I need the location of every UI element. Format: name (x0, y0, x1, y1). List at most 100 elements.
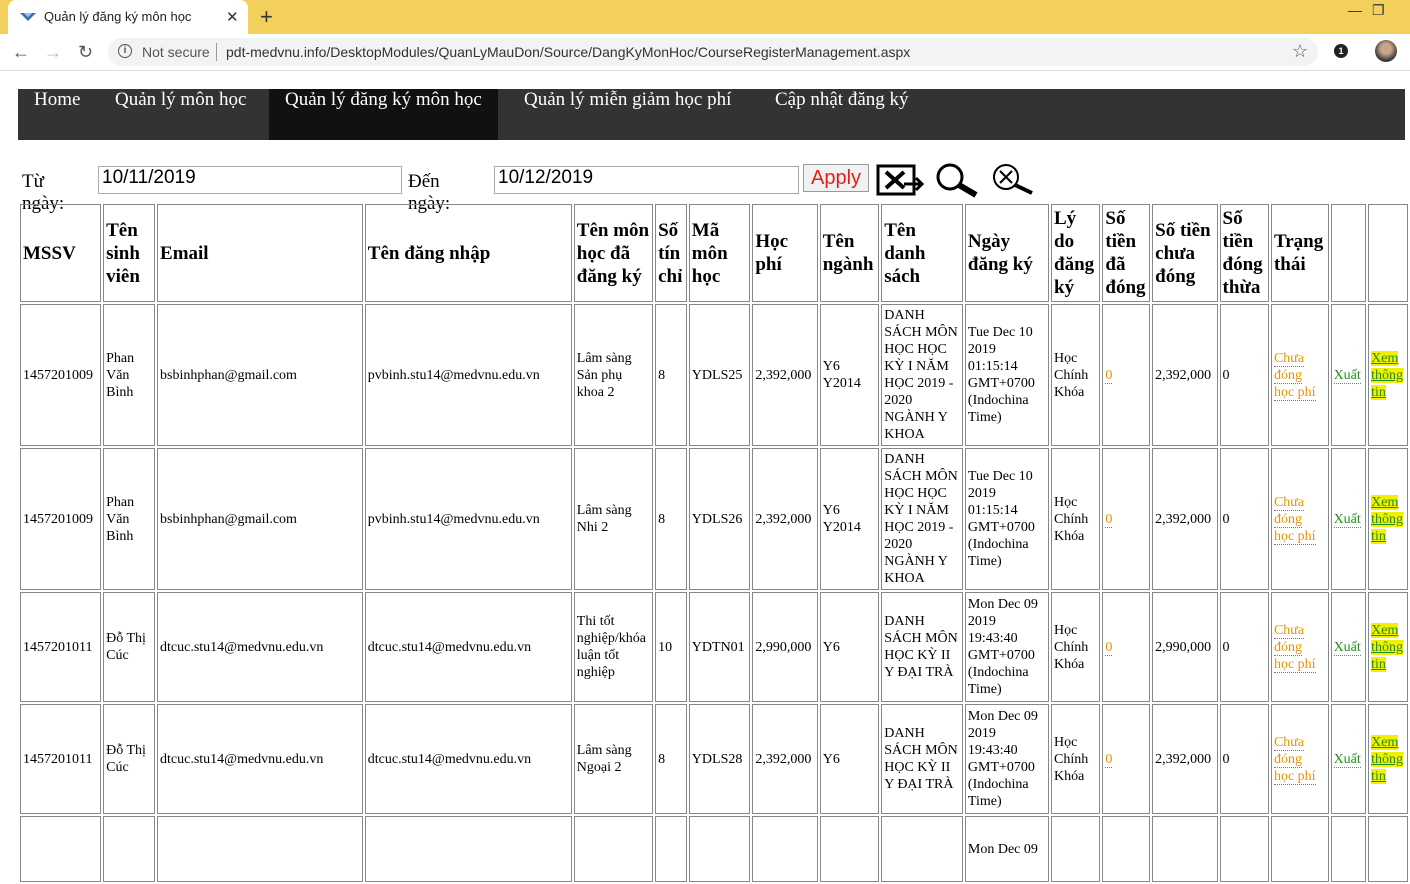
cell-email-cell: dtcuc.stu14@medvnu.edu.vn (157, 592, 363, 702)
cell-course-code-cell: YDLS28 (688, 704, 751, 814)
apply-button[interactable]: Apply (803, 164, 869, 192)
tab-close-icon[interactable]: ✕ (226, 8, 239, 26)
cell-mssv-cell: 1457201011 (20, 704, 102, 814)
new-tab-icon[interactable]: + (260, 4, 273, 30)
export-link[interactable]: Xuất (1333, 511, 1361, 528)
info-icon[interactable]: i (118, 44, 132, 58)
cell-excess: 0 (1222, 751, 1230, 767)
view-info-link[interactable]: Xem thông tin (1371, 350, 1404, 400)
table-row: 1457201009 Phan Văn Bình bsbinhphan@gmail.… (20, 448, 1408, 590)
nav-fee-exemption[interactable]: Quản lý miễn giảm học phí (508, 89, 747, 140)
status-link[interactable]: Chưa đóng học phí (1273, 734, 1316, 785)
from-date-input[interactable]: 10/11/2019 (98, 166, 402, 194)
col-major: Tên ngành (819, 204, 880, 302)
cell-course-name-cell: Lâm sàng Ngoại 2 (573, 704, 654, 814)
col-course-code: Mã môn học (688, 204, 751, 302)
cell-email-cell: bsbinhphan@gmail.com (157, 448, 363, 590)
cell-excess: 0 (1222, 511, 1230, 527)
cell-list-name-cell: DANH SÁCH MÔN HỌC HỌC KỲ I NĂM HỌC 2019 … (881, 304, 963, 446)
cell-fee-cell: 2,392,000 (752, 704, 818, 814)
col-course-name: Tên môn học đã đăng ký (573, 204, 654, 302)
cell-fee-cell: 2,990,000 (752, 592, 818, 702)
export-excel-icon[interactable] (876, 162, 926, 198)
cell-course-name-cell: Lâm sàng Nhi 2 (573, 448, 654, 590)
status-link[interactable]: Chưa đóng học phí (1273, 494, 1316, 545)
cell-register-date-cell: Tue Dec 10 2019 01:15:14 GMT+0700 (Indoc… (964, 448, 1049, 590)
security-label: Not secure (142, 44, 210, 60)
cell-major: Y6 (822, 639, 840, 655)
search-icon[interactable] (930, 162, 982, 198)
view-info-cell: Xem thông tin (1368, 592, 1408, 702)
site-favicon-icon (20, 13, 36, 21)
view-info-link[interactable]: Xem thông tin (1371, 622, 1404, 672)
to-date-input[interactable]: 10/12/2019 (494, 166, 799, 194)
status-link[interactable]: Chưa đóng học phí (1273, 350, 1316, 401)
registration-table: MSSV Tên sinh viên Email Tên đăng nhập T… (18, 202, 1410, 884)
forward-icon[interactable]: → (44, 42, 62, 63)
cell-course-name-cell: Lâm sàng Sản phụ khoa 2 (573, 304, 654, 446)
cell-list-name: DANH SÁCH MÔN HỌC KỲ II Y ĐẠI TRÀ (884, 614, 958, 680)
back-icon[interactable]: ← (12, 42, 30, 63)
cell-student-name-cell: Đỗ Thị Cúc (103, 592, 156, 702)
cell-unpaid-cell: 2,392,000 (1152, 304, 1218, 446)
export-link[interactable]: Xuất (1333, 751, 1361, 768)
cell-major-cell: Y6 Y2014 (819, 448, 880, 590)
cell-email: dtcuc.stu14@medvnu.edu.vn (160, 751, 324, 767)
cell-username: pvbinh.stu14@medvnu.edu.vn (367, 367, 540, 383)
cell-paid-link[interactable]: 0 (1105, 367, 1113, 384)
cell-course-name: Lâm sàng Ngoại 2 (576, 743, 632, 775)
address-bar[interactable]: i Not secure pdt-medvnu.info/DesktopModu… (108, 38, 1318, 66)
nav-update-registration[interactable]: Cập nhật đăng ký (759, 89, 925, 140)
table-row: Mon Dec 09 (20, 816, 1408, 882)
cell-email-cell (157, 816, 363, 882)
cell-email: bsbinhphan@gmail.com (160, 367, 297, 383)
cell-course-code-cell: YDLS25 (688, 304, 751, 446)
tab-title: Quản lý đăng ký môn học (44, 9, 192, 24)
cell-reason: Học Chính Khóa (1054, 494, 1089, 544)
site-nav-bar: Home Quản lý môn học Quản lý đăng ký môn… (18, 89, 1405, 140)
cell-excess-cell: 0 (1219, 592, 1269, 702)
col-mssv: MSSV (20, 204, 102, 302)
col-export (1330, 204, 1367, 302)
view-info-link[interactable]: Xem thông tin (1371, 734, 1404, 784)
nav-registration-management[interactable]: Quản lý đăng ký môn học (269, 89, 498, 140)
cell-fee: 2,392,000 (755, 367, 812, 383)
export-link[interactable]: Xuất (1333, 639, 1361, 656)
cell-username-cell (364, 816, 572, 882)
url-text[interactable]: pdt-medvnu.info/DesktopModules/QuanLyMau… (226, 44, 910, 60)
view-info-cell (1368, 816, 1408, 882)
nav-course-management[interactable]: Quản lý môn học (99, 89, 262, 140)
nav-home[interactable]: Home (18, 89, 96, 140)
view-info-link[interactable]: Xem thông tin (1371, 494, 1404, 544)
browser-menu-icon[interactable]: ⋮ (1404, 42, 1410, 62)
export-link[interactable]: Xuất (1333, 367, 1361, 384)
extension-icon[interactable]: 1 (1334, 44, 1348, 58)
cell-excess-cell: 0 (1219, 704, 1269, 814)
cell-course-code: YDLS28 (691, 751, 743, 767)
cell-register-date-cell: Mon Dec 09 2019 19:43:40 GMT+0700 (Indoc… (964, 592, 1049, 702)
col-reason: Lý do đăng ký (1051, 204, 1101, 302)
status-link[interactable]: Chưa đóng học phí (1273, 622, 1316, 673)
cell-course-code-cell (688, 816, 751, 882)
cell-username-cell: pvbinh.stu14@medvnu.edu.vn (364, 448, 572, 590)
cell-student-name: Đỗ Thị Cúc (106, 743, 146, 775)
cell-paid-link[interactable]: 0 (1105, 511, 1113, 528)
export-cell: Xuất (1330, 304, 1367, 446)
cell-fee-cell: 2,392,000 (752, 304, 818, 446)
cell-list-name: DANH SÁCH MÔN HỌC HỌC KỲ I NĂM HỌC 2019 … (884, 452, 958, 586)
browser-tab[interactable]: Quản lý đăng ký môn học ✕ (8, 0, 248, 34)
profile-avatar[interactable] (1375, 40, 1397, 62)
cell-paid-link[interactable]: 0 (1105, 639, 1113, 656)
cell-student-name: Phan Văn Bình (106, 494, 135, 544)
bookmark-star-icon[interactable]: ☆ (1292, 41, 1308, 62)
clear-search-icon[interactable] (984, 162, 1036, 198)
reload-icon[interactable]: ↻ (78, 42, 93, 63)
cell-paid-link[interactable]: 0 (1105, 751, 1113, 768)
minimize-icon[interactable]: — (1348, 2, 1362, 18)
view-info-cell: Xem thông tin (1368, 304, 1408, 446)
cell-credits-cell: 8 (655, 704, 687, 814)
status-cell (1270, 816, 1329, 882)
restore-icon[interactable]: ❐ (1372, 2, 1385, 19)
cell-reason-cell: Học Chính Khóa (1051, 448, 1101, 590)
cell-username: dtcuc.stu14@medvnu.edu.vn (367, 639, 532, 655)
